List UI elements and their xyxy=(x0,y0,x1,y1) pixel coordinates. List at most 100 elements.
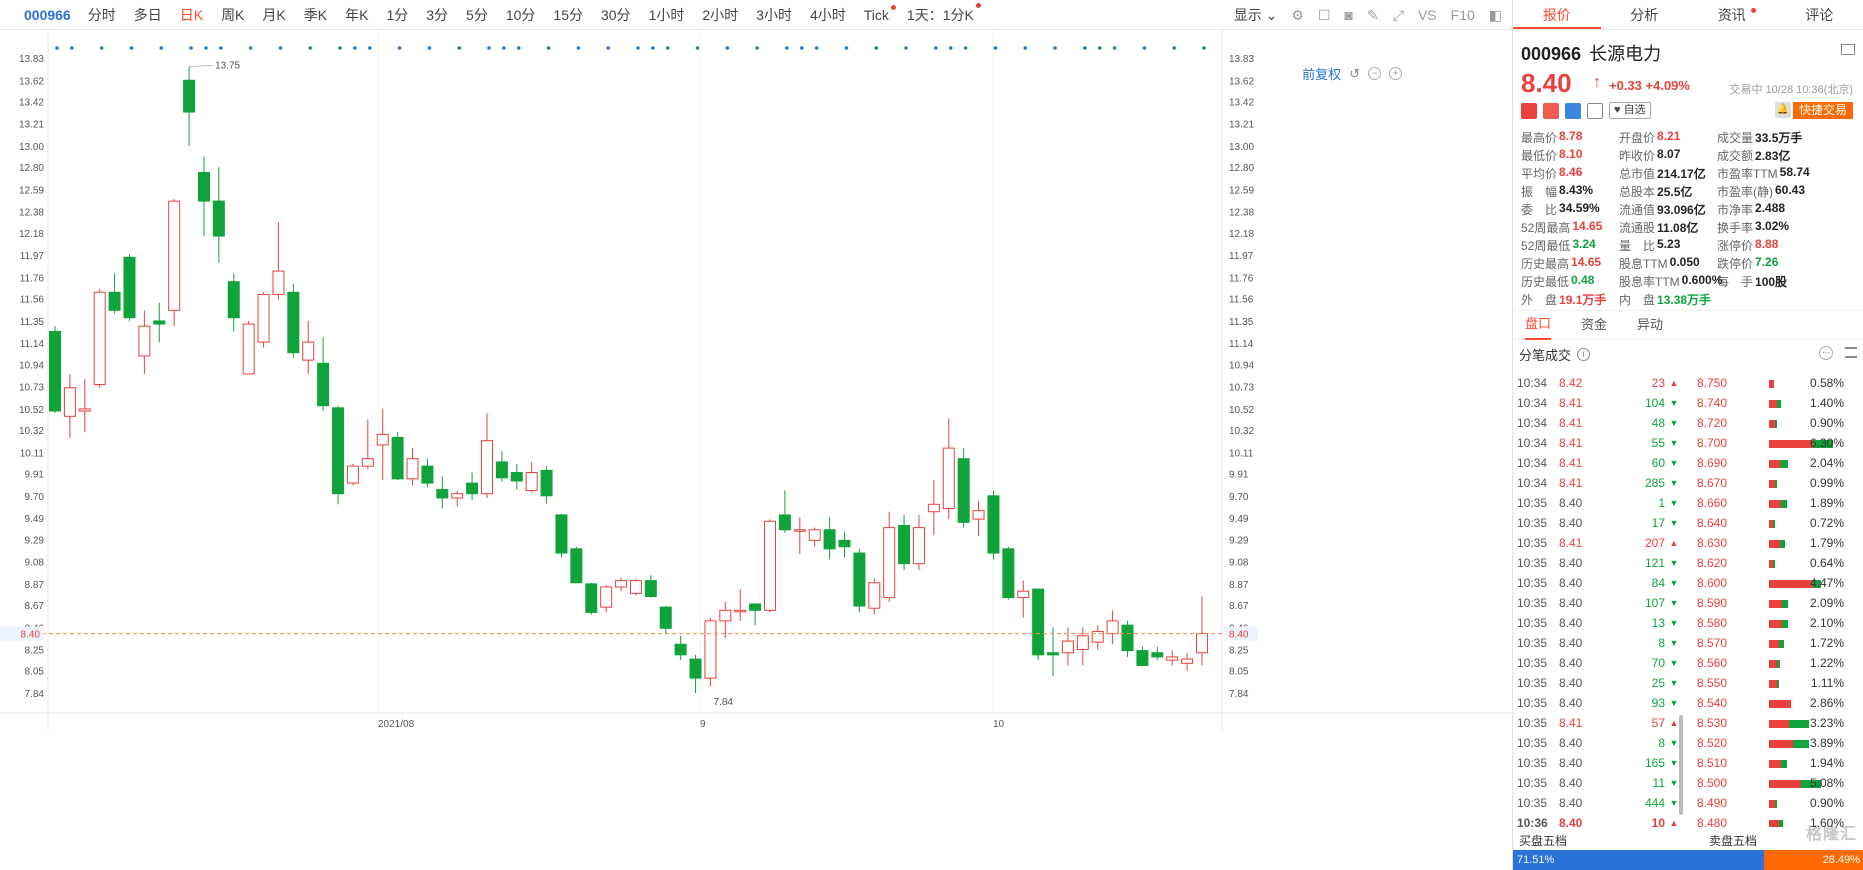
orderbook-subtab[interactable]: 盘口 xyxy=(1525,310,1552,340)
level-price: 8.550 xyxy=(1697,676,1728,690)
layout-icon[interactable] xyxy=(1841,44,1855,55)
undo-icon[interactable]: ↺ xyxy=(1349,66,1360,82)
period-tab[interactable]: 年K xyxy=(336,5,377,25)
kline-chart[interactable]: 前复权 ↺ − + 13.83 13.83 13.62 13.62 13.42 13.42… xyxy=(0,30,1512,870)
candle-body xyxy=(317,362,330,407)
collapse-panel-icon[interactable]: ◧ xyxy=(1489,7,1502,24)
trade-row: 10:34 8.41 285 ▼ xyxy=(1513,473,1689,493)
alert-bell-icon[interactable]: 🔔 xyxy=(1775,102,1791,118)
quote-label: 跌停价 xyxy=(1717,256,1754,271)
candle-body xyxy=(1047,652,1060,656)
display-menu[interactable]: 显示 ⌄ xyxy=(1234,5,1278,25)
notes-icon[interactable] xyxy=(1587,102,1603,119)
tick-title: 分笔成交 xyxy=(1519,347,1572,363)
candle-body xyxy=(659,606,672,629)
adjust-button[interactable]: 前复权 xyxy=(1302,64,1341,83)
period-tab[interactable]: Tick xyxy=(855,4,898,23)
candle-body xyxy=(495,461,508,479)
y-tick-label-left: 11.14 xyxy=(20,339,45,350)
period-tab[interactable]: 4小时 xyxy=(801,5,855,25)
price-level-row: 8.550 1.11% xyxy=(1689,673,1863,693)
period-tab[interactable]: 多日 xyxy=(125,5,171,25)
candle-body xyxy=(1181,658,1194,664)
zoom-in-icon[interactable]: + xyxy=(1389,67,1402,80)
panel-tab[interactable]: 报价 xyxy=(1513,0,1601,29)
period-tab[interactable]: 季K xyxy=(295,5,336,25)
y-tick-label-left: 13.00 xyxy=(19,142,44,153)
candle-body xyxy=(391,437,404,480)
level-percent: 3.89% xyxy=(1809,736,1844,750)
period-tab[interactable]: 10分 xyxy=(497,5,545,25)
trade-row: 10:35 8.40 8 ▼ xyxy=(1513,733,1689,753)
period-tab[interactable]: 分时 xyxy=(79,5,125,25)
period-tab[interactable]: 2小时 xyxy=(693,5,747,25)
y-tick-label-right: 8.87 xyxy=(1229,580,1249,591)
quote-value: 93.096亿 xyxy=(1657,202,1706,217)
fullscreen-icon[interactable]: ⤢ xyxy=(1393,7,1404,24)
f10-button[interactable]: F10 xyxy=(1451,7,1475,23)
quote-value: 60.43 xyxy=(1775,182,1806,197)
period-tab[interactable]: 月K xyxy=(253,5,294,25)
trade-scrollbar[interactable] xyxy=(1679,715,1683,815)
stock-code-label[interactable]: 000966 xyxy=(0,7,79,23)
period-tab[interactable]: 5分 xyxy=(457,5,497,25)
zoom-out-icon[interactable]: − xyxy=(1368,67,1381,80)
signal-dot xyxy=(353,46,357,50)
period-tab[interactable]: 30分 xyxy=(592,5,640,25)
quote-value: 58.74 xyxy=(1779,164,1810,179)
quote-cell: 股息率TTM 0.600% xyxy=(1619,273,1722,290)
period-tab[interactable]: 1小时 xyxy=(640,5,694,25)
level-volume-bar xyxy=(1769,740,1809,748)
period-tab[interactable]: 1天：1分K xyxy=(898,2,983,25)
period-tab[interactable]: 3分 xyxy=(417,5,457,25)
more-icon[interactable]: ··· xyxy=(1819,346,1833,360)
list-icon[interactable] xyxy=(1845,347,1857,358)
stock-name: 长源电力 xyxy=(1589,44,1662,64)
orderbook-subtab[interactable]: 异动 xyxy=(1637,311,1663,339)
draw-icon[interactable]: ✎ xyxy=(1367,7,1379,24)
period-tab[interactable]: 日K xyxy=(171,5,212,25)
quick-trade-button[interactable]: 快捷交易 xyxy=(1792,102,1853,119)
panel-tab[interactable]: 分析 xyxy=(1601,0,1689,29)
trade-price: 8.41 xyxy=(1559,416,1583,430)
period-tab[interactable]: 1分 xyxy=(377,5,417,25)
candle-body xyxy=(227,281,240,319)
high-price-label: 13.75 xyxy=(215,60,240,71)
y-tick-label-left: 13.83 xyxy=(19,54,44,65)
trade-volume: 84 xyxy=(1651,576,1665,590)
vs-button[interactable]: VS xyxy=(1418,7,1437,23)
settings-icon[interactable]: ⚙ xyxy=(1291,7,1304,24)
y-tick-label-left: 9.08 xyxy=(25,558,45,569)
trade-volume: 13 xyxy=(1651,616,1665,630)
quote-row: 最高价 8.78 开盘价 8.21 成交量 33.5万手 xyxy=(1521,128,1855,146)
checkbox-icon[interactable]: ☐ xyxy=(1318,7,1331,24)
trade-row: 10:35 8.40 8 ▼ xyxy=(1513,633,1689,653)
add-watchlist-button[interactable]: ♥ 自选 xyxy=(1609,102,1651,119)
level-volume-bar xyxy=(1769,560,1775,568)
period-tab[interactable]: 15分 xyxy=(544,5,592,25)
panel-tabs: 报价 分析 资讯 评论 xyxy=(1513,0,1863,30)
level-percent: 0.58% xyxy=(1809,376,1844,390)
signal-dot xyxy=(785,46,789,50)
panel-tab[interactable]: 评论 xyxy=(1776,0,1863,29)
candle-body xyxy=(123,256,136,319)
y-tick-label-right: 8.25 xyxy=(1229,646,1249,657)
candle-body xyxy=(49,331,61,412)
trade-price: 8.41 xyxy=(1559,456,1583,470)
level-price: 8.570 xyxy=(1697,636,1728,650)
candle-body xyxy=(1061,640,1074,654)
period-tab[interactable]: 周K xyxy=(212,5,253,25)
trade-volume: 285 xyxy=(1644,476,1665,490)
signal-dot xyxy=(1202,46,1206,50)
quote-value: 100股 xyxy=(1755,274,1788,289)
level-sell-bar xyxy=(1775,480,1777,488)
camera-icon[interactable]: ◙ xyxy=(1345,7,1353,23)
panel-tab[interactable]: 资讯 xyxy=(1688,0,1776,29)
info-icon[interactable]: i xyxy=(1577,347,1591,361)
orderbook-subtab[interactable]: 资金 xyxy=(1581,311,1607,339)
trade-price: 8.42 xyxy=(1559,376,1583,390)
period-tab[interactable]: 3小时 xyxy=(747,5,801,25)
trade-list[interactable]: 10:34 8.42 23 ▲ 10:34 8.41 104 ▼ 10:34 8.41 48 ▼ 10:… xyxy=(1513,373,1689,827)
trade-volume: 23 xyxy=(1651,376,1665,390)
level-volume-bar xyxy=(1769,460,1788,468)
